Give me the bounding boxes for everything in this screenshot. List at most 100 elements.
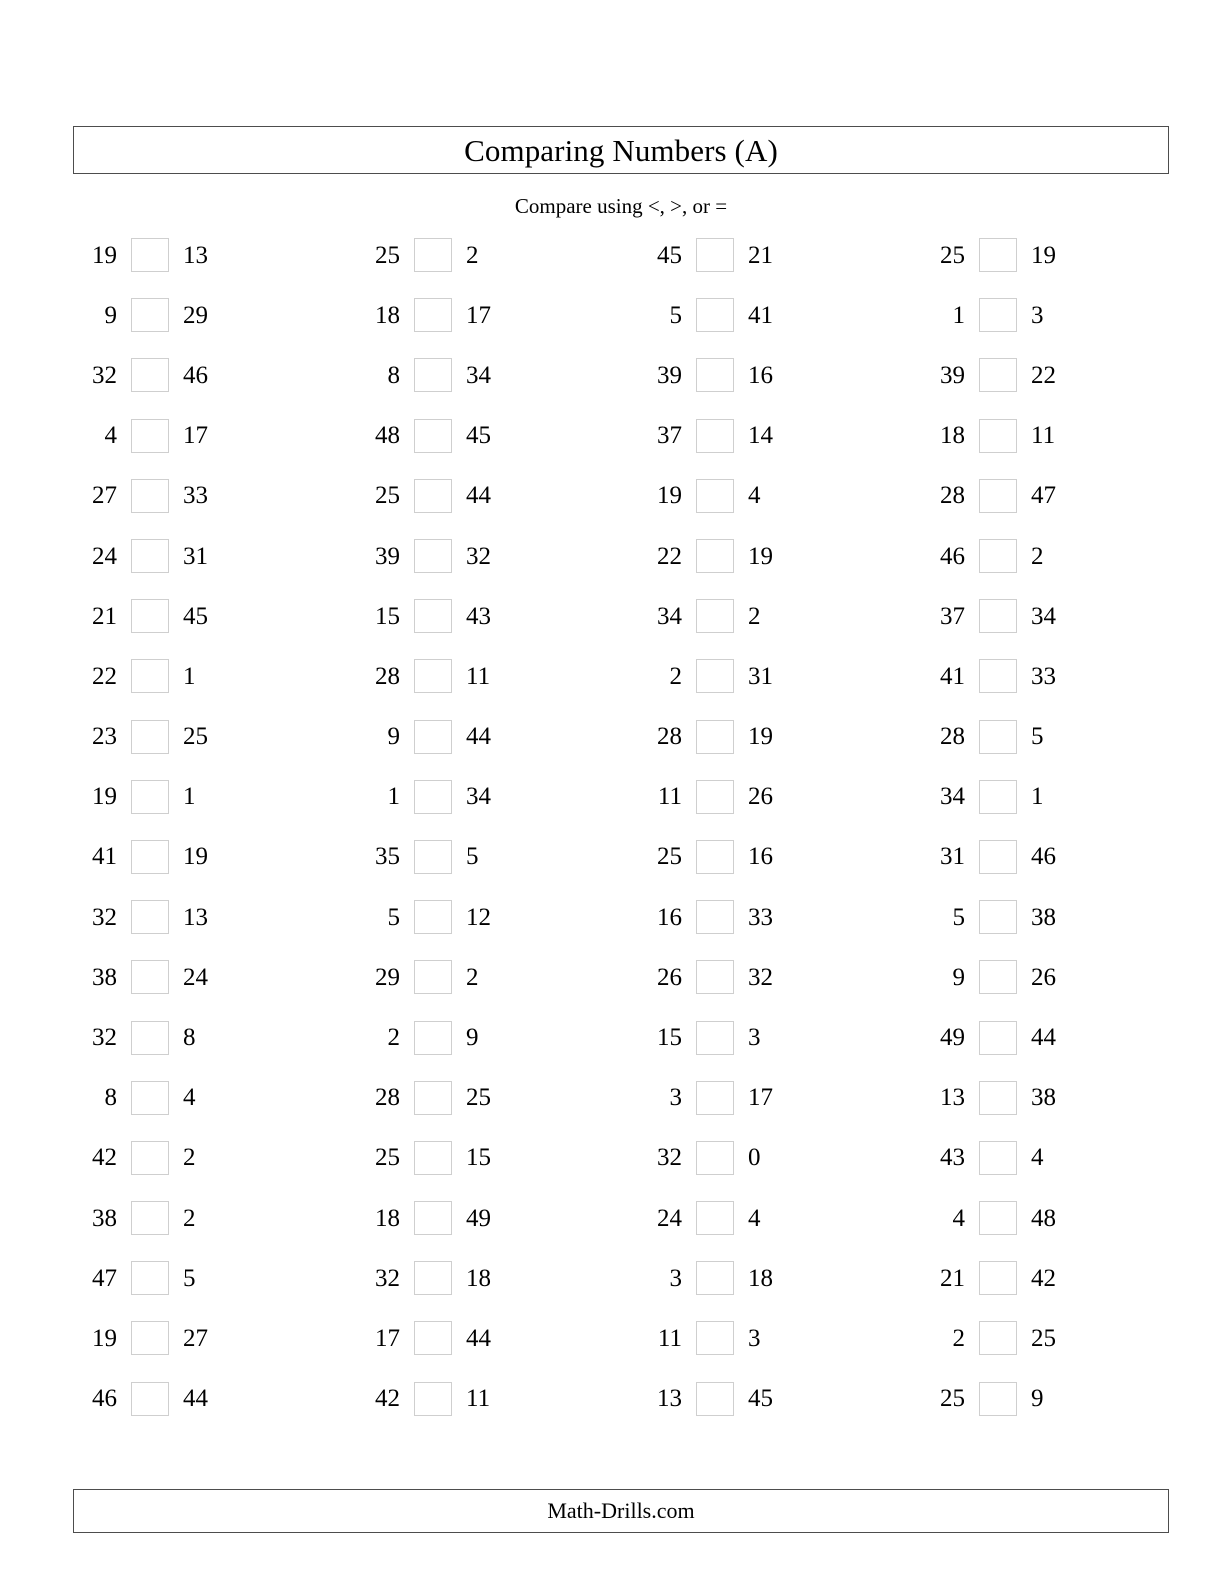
left-operand: 1	[952, 301, 966, 329]
comparison-answer-box[interactable]	[414, 659, 452, 694]
comparison-answer-box[interactable]	[979, 1321, 1017, 1356]
comparison-answer-box[interactable]	[414, 719, 452, 754]
comparison-answer-box[interactable]	[696, 1381, 734, 1416]
comparison-answer-box[interactable]	[696, 539, 734, 574]
comparison-answer-box[interactable]	[979, 1140, 1017, 1175]
comparison-answer-box[interactable]	[979, 539, 1017, 574]
comparison-answer-box[interactable]	[131, 1201, 169, 1236]
comparison-answer-box[interactable]	[696, 779, 734, 814]
comparison-answer-box[interactable]	[131, 1080, 169, 1115]
right-operand: 3	[748, 1324, 761, 1352]
comparison-answer-box[interactable]	[414, 418, 452, 453]
problem-cell: 4 48	[895, 1201, 1169, 1236]
comparison-answer-box[interactable]	[414, 960, 452, 995]
right-operand: 25	[183, 723, 208, 751]
comparison-answer-box[interactable]	[696, 900, 734, 935]
comparison-answer-box[interactable]	[414, 779, 452, 814]
comparison-answer-box[interactable]	[696, 960, 734, 995]
left-operand: 22	[92, 662, 117, 690]
comparison-answer-box[interactable]	[131, 238, 169, 273]
problem-row: 38 24 29 2 26 32 9 26	[73, 947, 1169, 1007]
comparison-answer-box[interactable]	[131, 599, 169, 634]
comparison-answer-box[interactable]	[414, 1201, 452, 1236]
comparison-answer-box[interactable]	[979, 659, 1017, 694]
comparison-answer-box[interactable]	[131, 478, 169, 513]
comparison-answer-box[interactable]	[414, 1261, 452, 1296]
comparison-answer-box[interactable]	[696, 238, 734, 273]
comparison-answer-box[interactable]	[131, 659, 169, 694]
comparison-answer-box[interactable]	[131, 298, 169, 333]
comparison-answer-box[interactable]	[414, 1020, 452, 1055]
comparison-answer-box[interactable]	[696, 478, 734, 513]
comparison-answer-box[interactable]	[696, 1321, 734, 1356]
comparison-answer-box[interactable]	[414, 1321, 452, 1356]
comparison-answer-box[interactable]	[979, 238, 1017, 273]
problem-cell: 37 34	[895, 599, 1169, 634]
comparison-answer-box[interactable]	[696, 659, 734, 694]
comparison-answer-box[interactable]	[696, 1201, 734, 1236]
right-operand: 16	[748, 843, 773, 871]
comparison-answer-box[interactable]	[414, 900, 452, 935]
comparison-answer-box[interactable]	[131, 719, 169, 754]
comparison-answer-box[interactable]	[979, 839, 1017, 874]
comparison-answer-box[interactable]	[979, 358, 1017, 393]
comparison-answer-box[interactable]	[414, 1140, 452, 1175]
problem-cell: 11 26	[621, 779, 895, 814]
comparison-answer-box[interactable]	[414, 1381, 452, 1416]
comparison-answer-box[interactable]	[979, 1020, 1017, 1055]
left-operand: 25	[375, 482, 400, 510]
comparison-answer-box[interactable]	[414, 238, 452, 273]
comparison-answer-box[interactable]	[696, 1020, 734, 1055]
comparison-answer-box[interactable]	[979, 478, 1017, 513]
right-operand: 4	[748, 1204, 761, 1232]
comparison-answer-box[interactable]	[131, 539, 169, 574]
right-operand: 24	[183, 963, 208, 991]
comparison-answer-box[interactable]	[414, 298, 452, 333]
comparison-answer-box[interactable]	[131, 960, 169, 995]
comparison-answer-box[interactable]	[414, 478, 452, 513]
comparison-answer-box[interactable]	[696, 1261, 734, 1296]
problem-cell: 2 25	[895, 1321, 1169, 1356]
comparison-answer-box[interactable]	[979, 960, 1017, 995]
comparison-answer-box[interactable]	[414, 1080, 452, 1115]
comparison-answer-box[interactable]	[414, 599, 452, 634]
comparison-answer-box[interactable]	[131, 418, 169, 453]
comparison-answer-box[interactable]	[131, 1020, 169, 1055]
comparison-answer-box[interactable]	[979, 900, 1017, 935]
comparison-answer-box[interactable]	[131, 900, 169, 935]
comparison-answer-box[interactable]	[696, 599, 734, 634]
comparison-answer-box[interactable]	[979, 1261, 1017, 1296]
comparison-answer-box[interactable]	[696, 298, 734, 333]
comparison-answer-box[interactable]	[696, 1140, 734, 1175]
comparison-answer-box[interactable]	[131, 1381, 169, 1416]
comparison-answer-box[interactable]	[979, 418, 1017, 453]
comparison-answer-box[interactable]	[131, 779, 169, 814]
right-operand: 31	[748, 662, 773, 690]
comparison-answer-box[interactable]	[131, 1321, 169, 1356]
comparison-answer-box[interactable]	[696, 1080, 734, 1115]
comparison-answer-box[interactable]	[696, 839, 734, 874]
comparison-answer-box[interactable]	[979, 1080, 1017, 1115]
comparison-answer-box[interactable]	[131, 358, 169, 393]
comparison-answer-box[interactable]	[696, 358, 734, 393]
comparison-answer-box[interactable]	[979, 1381, 1017, 1416]
comparison-answer-box[interactable]	[979, 298, 1017, 333]
right-operand: 11	[466, 662, 491, 690]
comparison-answer-box[interactable]	[979, 719, 1017, 754]
problem-cell: 11 3	[621, 1321, 895, 1356]
comparison-answer-box[interactable]	[131, 839, 169, 874]
left-operand: 2	[387, 1024, 401, 1052]
right-operand: 19	[748, 723, 773, 751]
comparison-answer-box[interactable]	[979, 599, 1017, 634]
comparison-answer-box[interactable]	[414, 358, 452, 393]
comparison-answer-box[interactable]	[414, 539, 452, 574]
comparison-answer-box[interactable]	[696, 418, 734, 453]
comparison-answer-box[interactable]	[131, 1140, 169, 1175]
right-operand: 21	[748, 241, 773, 269]
problem-cell: 5 12	[347, 900, 621, 935]
comparison-answer-box[interactable]	[979, 1201, 1017, 1236]
comparison-answer-box[interactable]	[979, 779, 1017, 814]
comparison-answer-box[interactable]	[696, 719, 734, 754]
comparison-answer-box[interactable]	[414, 839, 452, 874]
comparison-answer-box[interactable]	[131, 1261, 169, 1296]
